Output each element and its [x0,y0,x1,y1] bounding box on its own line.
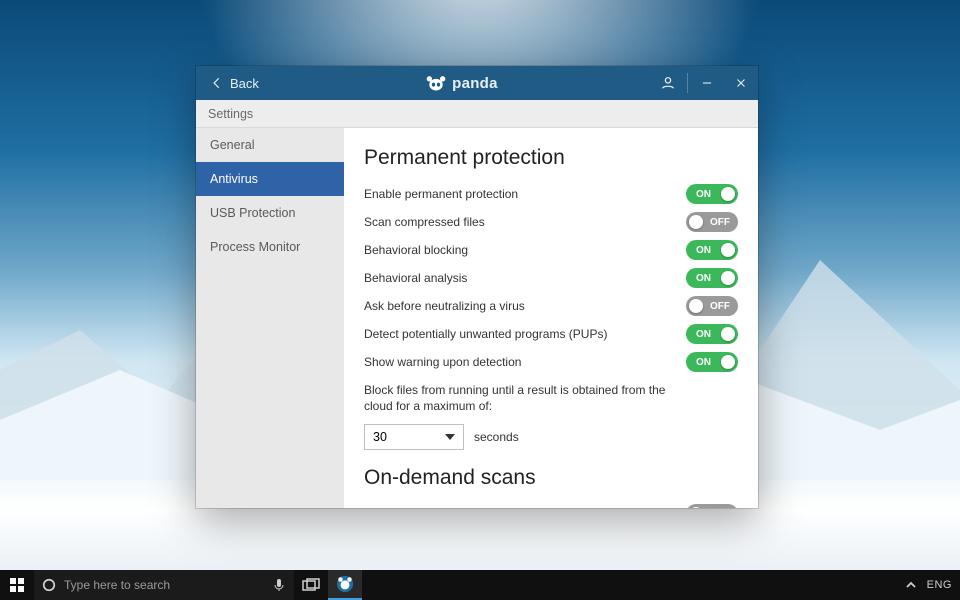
tray-language[interactable]: ENG [927,579,952,591]
titlebar-separator [687,73,688,93]
section-heading-permanent: Permanent protection [364,146,738,170]
toggle-scan-compressed[interactable]: OFF [686,212,738,232]
sidebar-item-antivirus[interactable]: Antivirus [196,162,344,196]
brand: panda [273,74,651,92]
setting-row: Detect potentially unwanted programs (PU… [364,320,738,348]
task-view-button[interactable] [294,570,328,600]
setting-label: Enable permanent protection [364,187,518,201]
minimize-icon [700,76,714,90]
toggle-text: ON [696,245,711,256]
account-button[interactable] [651,66,685,100]
setting-label: Detect potentially unwanted programs (PU… [364,327,607,341]
taskbar: Type here to search ENG [0,570,960,600]
minimize-button[interactable] [690,66,724,100]
toggle-text: ON [696,329,711,340]
setting-row: Scan compressed files OFF [364,208,738,236]
setting-row: Enable permanent protection ON [364,180,738,208]
window-body: General Antivirus USB Protection Process… [196,128,758,508]
toggle-knob [721,271,735,285]
toggle-text: OFF [710,301,730,312]
setting-label: Scan compressed files [364,507,485,508]
panda-settings-window: Back panda Settings Gen [196,66,758,508]
block-timeout-note: Block files from running until a result … [364,376,694,422]
block-timeout-dropdown[interactable]: 30 [364,424,464,450]
toggle-ask-before-neutralize[interactable]: OFF [686,296,738,316]
close-icon [734,76,748,90]
setting-row: Behavioral analysis ON [364,264,738,292]
task-view-icon [302,578,320,592]
setting-row: Behavioral blocking ON [364,236,738,264]
toggle-detect-pups[interactable]: ON [686,324,738,344]
microphone-icon [272,578,286,592]
sidebar-item-general[interactable]: General [196,128,344,162]
content-scroll[interactable]: Permanent protection Enable permanent pr… [344,128,758,508]
setting-row: Show warning upon detection ON [364,348,738,376]
block-timeout-unit: seconds [474,430,519,444]
panda-app-icon [336,575,354,593]
sidebar-item-process-monitor[interactable]: Process Monitor [196,230,344,264]
cortana-ring-icon [42,578,56,592]
section-heading-ondemand: On-demand scans [364,466,738,490]
user-icon [660,75,676,91]
toggle-knob [721,187,735,201]
dropdown-value: 30 [373,430,387,444]
setting-label: Behavioral blocking [364,243,468,257]
toggle-behavioral-analysis[interactable]: ON [686,268,738,288]
sidebar-item-label: General [210,138,254,152]
setting-row: Scan compressed files OFF [364,500,738,508]
panda-logo-icon [426,74,446,92]
sidebar: General Antivirus USB Protection Process… [196,128,344,508]
back-button[interactable]: Back [196,66,273,100]
setting-label: Behavioral analysis [364,271,467,285]
setting-row: Ask before neutralizing a virus OFF [364,292,738,320]
toggle-knob [721,243,735,257]
taskbar-app-panda[interactable] [328,570,362,600]
setting-label: Ask before neutralizing a virus [364,299,525,313]
toggle-behavioral-blocking[interactable]: ON [686,240,738,260]
block-timeout-row: 30 seconds [364,422,738,462]
toggle-knob [721,355,735,369]
toggle-show-warning[interactable]: ON [686,352,738,372]
toggle-knob [689,507,703,508]
windows-start-icon [10,578,24,592]
toggle-knob [689,299,703,313]
start-button[interactable] [0,570,34,600]
sidebar-item-label: Antivirus [210,172,258,186]
toggle-text: ON [696,357,711,368]
titlebar-actions [651,66,758,100]
breadcrumb: Settings [196,100,758,128]
toggle-text: ON [696,189,711,200]
setting-label: Scan compressed files [364,215,485,229]
toggle-text: OFF [710,217,730,228]
toggle-knob [689,215,703,229]
back-label: Back [230,76,259,91]
system-tray: ENG [897,570,960,600]
sidebar-item-label: USB Protection [210,206,295,220]
toggle-knob [721,327,735,341]
setting-label: Show warning upon detection [364,355,521,369]
toggle-enable-permanent[interactable]: ON [686,184,738,204]
brand-text: panda [452,75,498,92]
search-placeholder: Type here to search [64,578,264,592]
close-button[interactable] [724,66,758,100]
chevron-up-icon[interactable] [905,579,917,591]
chevron-left-icon [210,76,224,90]
breadcrumb-text: Settings [208,107,253,121]
sidebar-item-usb-protection[interactable]: USB Protection [196,196,344,230]
sidebar-item-label: Process Monitor [210,240,300,254]
chevron-down-icon [445,432,455,442]
titlebar: Back panda [196,66,758,100]
content-pane: Permanent protection Enable permanent pr… [344,128,758,508]
taskbar-search[interactable]: Type here to search [34,570,294,600]
toggle-text: ON [696,273,711,284]
toggle-od-scan-compressed[interactable]: OFF [686,504,738,508]
